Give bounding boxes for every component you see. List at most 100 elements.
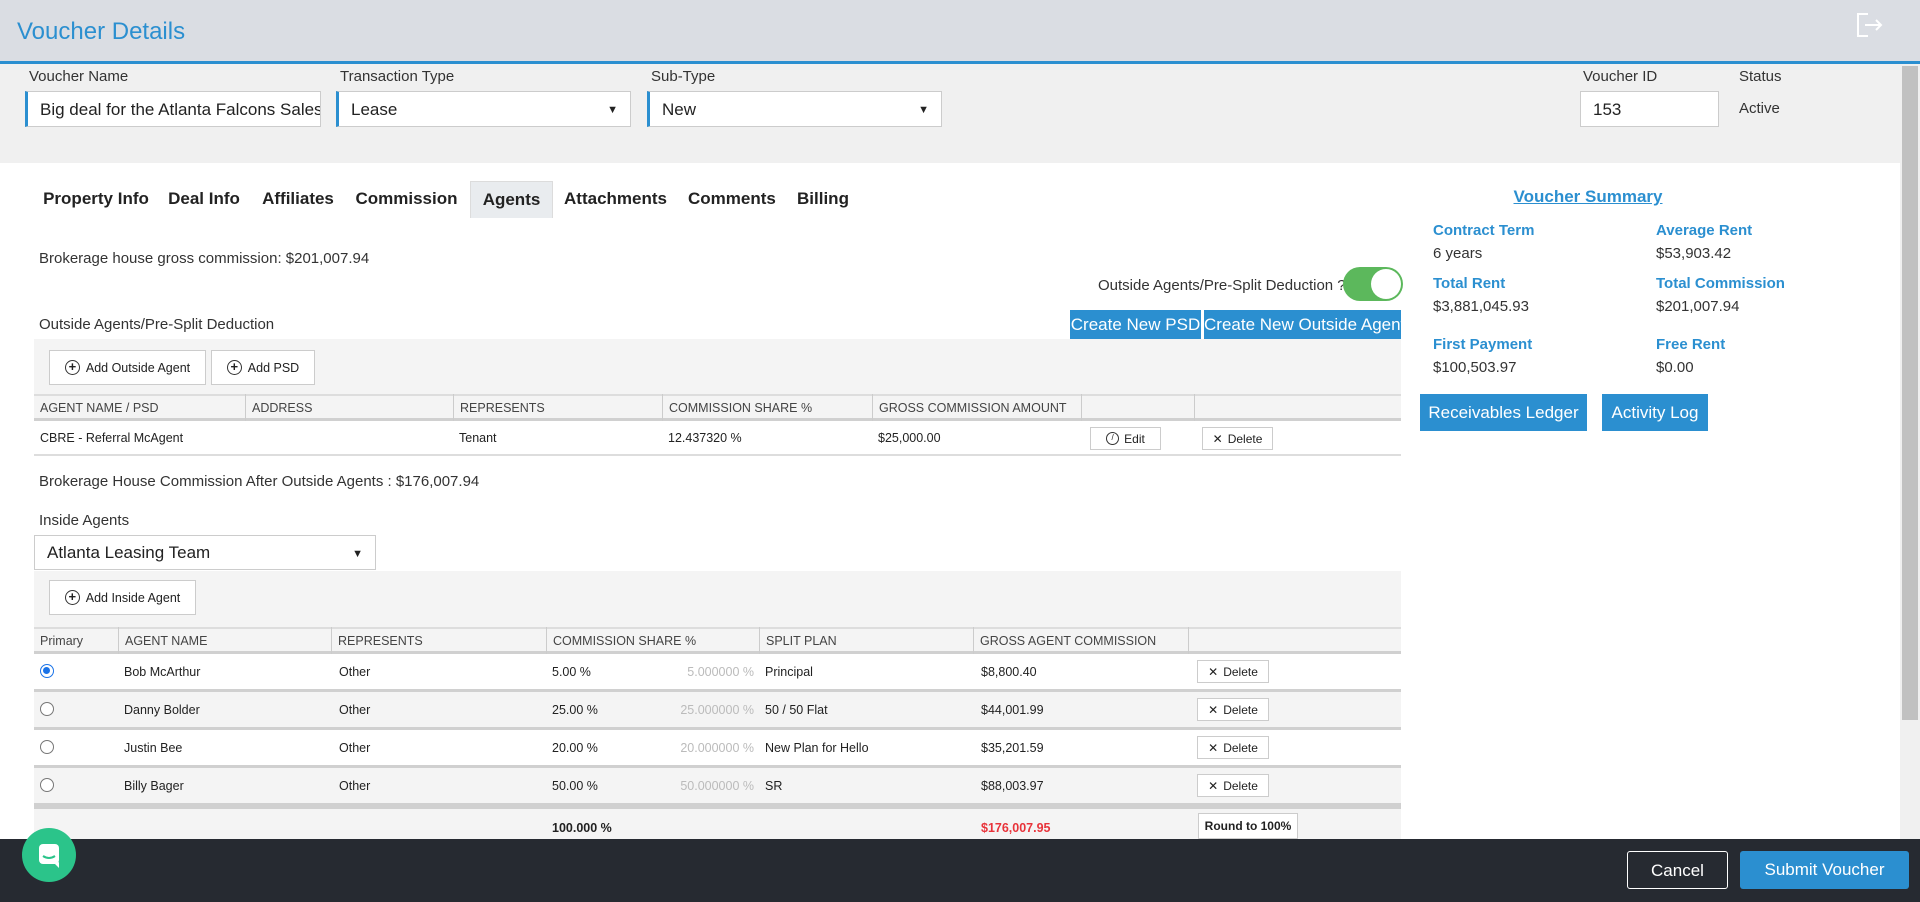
split-plan-cell: SR	[765, 779, 783, 793]
primary-radio[interactable]	[40, 664, 54, 678]
plus-circle-icon: +	[64, 590, 80, 605]
transaction-type-label: Transaction Type	[340, 68, 455, 85]
summary-value: $100,503.97	[1433, 359, 1517, 376]
delete-label: Delete	[1223, 664, 1258, 679]
summary-label: Average Rent	[1656, 222, 1753, 239]
create-new-outside-agent-button[interactable]: Create New Outside Agent	[1204, 310, 1405, 339]
add-outside-agent-button[interactable]: + Add Outside Agent	[49, 350, 206, 385]
edit-icon: /	[1106, 432, 1120, 445]
delete-button[interactable]: ✕ Delete	[1197, 736, 1269, 759]
close-icon: ✕	[1208, 740, 1219, 755]
plus-circle-icon: +	[64, 360, 80, 375]
commission-share-input[interactable]: 25.00 %	[552, 703, 598, 717]
column-header: REPRESENTS	[453, 394, 662, 421]
create-new-psd-button[interactable]: Create New PSD	[1070, 310, 1201, 339]
summary-value: $3,881,045.93	[1433, 298, 1529, 315]
column-header: Primary	[40, 634, 84, 648]
submit-voucher-button[interactable]: Submit Voucher	[1740, 851, 1909, 889]
inside-agents-label: Inside Agents	[39, 512, 130, 529]
sub-type-select[interactable]: New ▼	[647, 91, 942, 127]
chat-button[interactable]	[22, 828, 76, 882]
close-icon: ✕	[1208, 664, 1219, 679]
tab-commission[interactable]: Commission	[354, 181, 459, 218]
commission-share-precise: 50.000000 %	[680, 779, 754, 793]
edit-button[interactable]: / Edit	[1090, 427, 1161, 450]
voucher-id-input[interactable]: 153	[1580, 91, 1719, 127]
delete-button[interactable]: ✕ Delete	[1197, 698, 1269, 721]
inside-agents-table: Primary AGENT NAME REPRESENTS COMMISSION…	[34, 627, 1401, 846]
delete-label: Delete	[1227, 431, 1263, 446]
commission-share-precise: 20.000000 %	[680, 741, 754, 755]
sub-type-value: New	[662, 100, 697, 119]
represents-cell: Tenant	[459, 431, 497, 445]
primary-radio[interactable]	[40, 778, 54, 792]
add-inside-agent-button[interactable]: + Add Inside Agent	[49, 580, 196, 615]
close-icon: ✕	[1208, 778, 1219, 793]
column-header	[1194, 394, 1401, 421]
chat-icon	[39, 844, 59, 868]
after-outside-commission-text: Brokerage House Commission After Outside…	[39, 473, 480, 490]
voucher-summary-title[interactable]: Voucher Summary	[1433, 187, 1743, 207]
tab-attachments[interactable]: Attachments	[563, 181, 668, 218]
column-header: COMMISSION SHARE %	[546, 627, 759, 654]
commission-share-cell: 12.437320 %	[668, 431, 742, 445]
voucher-name-input[interactable]: Big deal for the Atlanta Falcons Sales T	[25, 91, 321, 127]
tab-comments[interactable]: Comments	[688, 181, 776, 218]
column-header: REPRESENTS	[331, 627, 546, 654]
summary-label: Total Rent	[1433, 275, 1506, 292]
inside-team-value: Atlanta Leasing Team	[47, 543, 211, 562]
delete-button[interactable]: ✕ Delete	[1202, 427, 1273, 450]
split-plan-cell: New Plan for Hello	[765, 741, 869, 755]
split-plan-cell: Principal	[765, 665, 813, 679]
represents-cell: Other	[339, 665, 371, 679]
chevron-down-icon: ▼	[607, 104, 618, 116]
sign-out-icon[interactable]	[1855, 12, 1883, 38]
agent-name-cell: Billy Bager	[124, 779, 184, 793]
commission-share-precise: 5.000000 %	[687, 665, 754, 679]
add-psd-button[interactable]: + Add PSD	[211, 350, 315, 385]
cancel-button[interactable]: Cancel	[1627, 851, 1728, 889]
column-header: ADDRESS	[245, 394, 453, 421]
commission-share-input[interactable]: 5.00 %	[552, 665, 591, 679]
status-value: Active	[1739, 100, 1780, 117]
delete-button[interactable]: ✕ Delete	[1197, 774, 1269, 797]
table-row: Danny Bolder Other 25.00 % 25.000000 % 50 / …	[34, 692, 1401, 730]
tab-agents[interactable]: Agents	[470, 181, 553, 218]
inside-team-select[interactable]: Atlanta Leasing Team ▼	[34, 535, 376, 570]
outside-agents-toggle[interactable]	[1343, 267, 1403, 301]
close-icon: ✕	[1208, 702, 1219, 717]
toggle-knob	[1371, 269, 1401, 299]
chevron-down-icon: ▼	[352, 548, 363, 560]
gross-agent-commission-cell: $35,201.59	[981, 741, 1044, 755]
table-row: Billy Bager Other 50.00 % 50.000000 % SR $88,…	[34, 768, 1401, 806]
activity-log-button[interactable]: Activity Log	[1602, 394, 1708, 431]
add-psd-label: Add PSD	[247, 360, 300, 375]
round-to-100-button[interactable]: Round to 100%	[1198, 813, 1298, 839]
agent-name-cell: Danny Bolder	[124, 703, 200, 717]
close-icon: ✕	[1212, 431, 1223, 446]
tab-deal-info[interactable]: Deal Info	[165, 181, 243, 218]
commission-share-input[interactable]: 20.00 %	[552, 741, 598, 755]
tab-property-info[interactable]: Property Info	[38, 181, 154, 218]
receivables-ledger-button[interactable]: Receivables Ledger	[1420, 394, 1587, 431]
tab-affiliates[interactable]: Affiliates	[260, 181, 336, 218]
delete-button[interactable]: ✕ Delete	[1197, 660, 1269, 683]
summary-label: Contract Term	[1433, 222, 1535, 239]
gross-commission-text: Brokerage house gross commission: $201,0…	[39, 250, 370, 267]
voucher-id-label: Voucher ID	[1583, 68, 1658, 85]
transaction-type-select[interactable]: Lease ▼	[336, 91, 631, 127]
gross-agent-commission-cell: $88,003.97	[981, 779, 1044, 793]
tab-billing[interactable]: Billing	[795, 181, 851, 218]
chevron-down-icon: ▼	[918, 104, 929, 116]
scrollbar-thumb[interactable]	[1902, 66, 1918, 720]
commission-share-input[interactable]: 50.00 %	[552, 779, 598, 793]
voucher-name-label: Voucher Name	[29, 68, 129, 85]
gross-amount-cell: $25,000.00	[878, 431, 941, 445]
table-row: Bob McArthur Other 5.00 % 5.000000 % Princip…	[34, 654, 1401, 692]
primary-radio[interactable]	[40, 702, 54, 716]
column-header: GROSS AGENT COMMISSION	[973, 627, 1188, 654]
column-header: AGENT NAME / PSD	[40, 401, 159, 415]
primary-radio[interactable]	[40, 740, 54, 754]
delete-label: Delete	[1223, 702, 1258, 717]
add-outside-agent-label: Add Outside Agent	[85, 360, 191, 375]
